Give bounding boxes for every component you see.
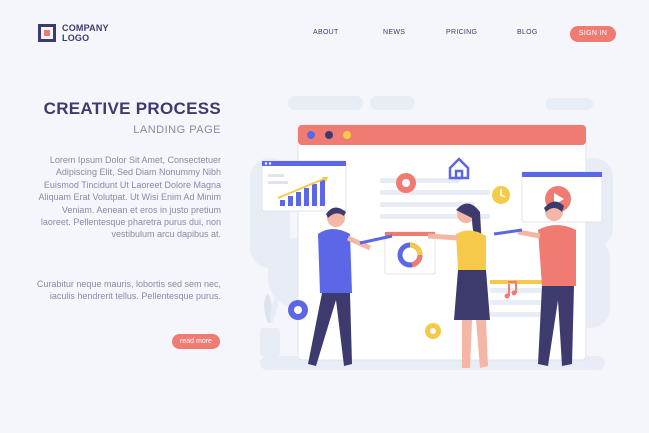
logo-mark-icon [38, 24, 56, 42]
clock-icon [492, 186, 510, 204]
donut-chart-icon [384, 231, 436, 275]
hero-paragraph-1: Lorem Ipsum Dolor Sit Amet, Consectetuer… [38, 155, 221, 240]
logo-text: COMPANY LOGO [62, 23, 109, 43]
header: COMPANY LOGO ABOUT NEWS PRICING BLOG SIG… [0, 0, 649, 70]
hero-title: CREATIVE PROCESS [43, 99, 221, 118]
nav-news[interactable]: NEWS [383, 29, 405, 36]
nav-pricing[interactable]: PRICING [446, 29, 477, 36]
hero-subtitle: LANDING PAGE [133, 124, 221, 136]
company-logo[interactable]: COMPANY LOGO [38, 23, 109, 43]
hero-paragraph-2: Curabitur neque mauris, lobortis sed sem… [36, 279, 221, 302]
logo-line-2: LOGO [62, 33, 90, 43]
logo-line-1: COMPANY [62, 23, 109, 33]
nav-blog[interactable]: BLOG [517, 29, 538, 36]
bar-chart-icon [261, 160, 347, 212]
read-more-button[interactable]: read more [172, 334, 220, 349]
sign-in-button[interactable]: SIGN IN [570, 26, 616, 42]
plant-icon [260, 293, 280, 356]
nav-about[interactable]: ABOUT [313, 29, 339, 36]
creative-process-illustration [250, 96, 613, 370]
